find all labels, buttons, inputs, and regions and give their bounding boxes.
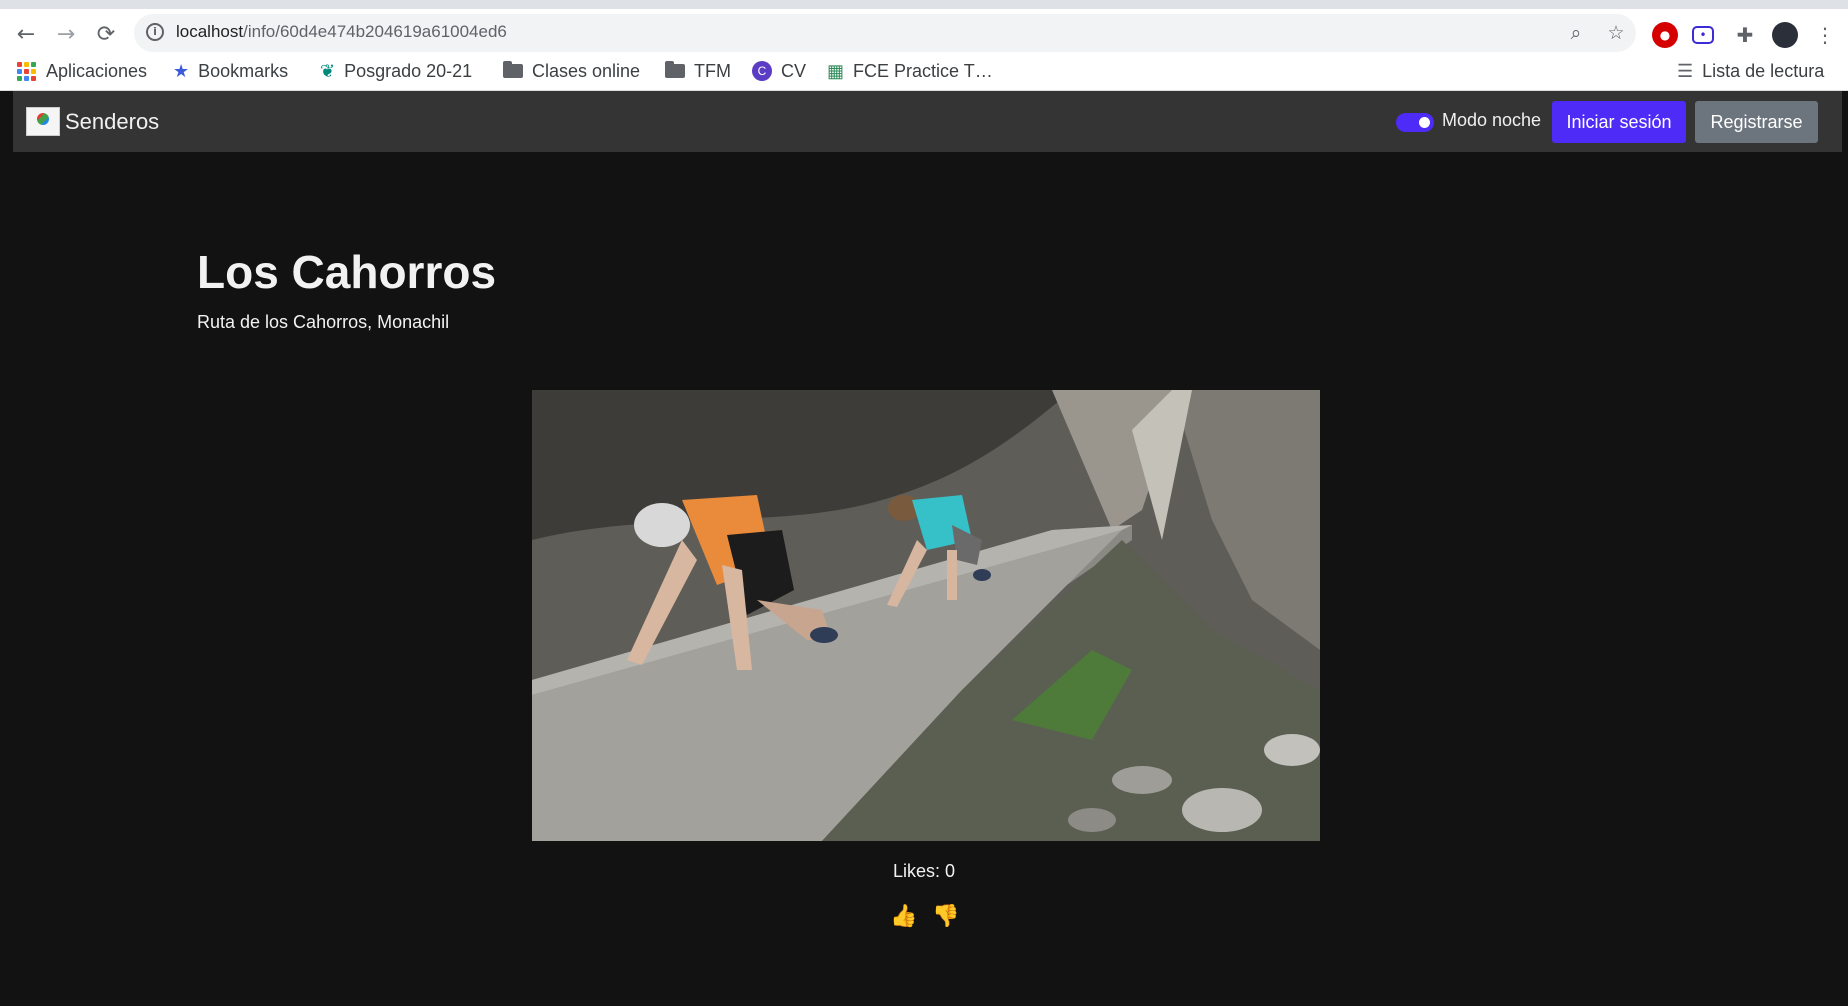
bookmark-aplicaciones[interactable]: Aplicaciones — [17, 58, 147, 84]
bookmark-bookmarks[interactable]: ★ Bookmarks — [173, 58, 288, 84]
brand-name[interactable]: Senderos — [65, 109, 159, 135]
bookmark-fce[interactable]: ▦ FCE Practice T… — [827, 58, 993, 84]
reading-list-icon: ☰ — [1677, 60, 1694, 81]
reading-list[interactable]: ☰ Lista de lectura — [1677, 58, 1824, 84]
folder-icon — [665, 61, 685, 78]
extension-screen-icon[interactable]: • — [1692, 26, 1714, 44]
folder-icon — [503, 61, 523, 78]
bookmark-cv[interactable]: C CV — [752, 58, 806, 84]
bookmark-tfm[interactable]: TFM — [665, 58, 731, 84]
route-subtitle: Ruta de los Cahorros, Monachil — [197, 312, 450, 332]
reload-icon[interactable]: ⟳ — [89, 17, 123, 51]
forward-icon[interactable]: → — [49, 17, 83, 51]
page-title: Los Cahorros — [197, 246, 497, 298]
address-bar[interactable]: i localhost/info/60d4e474b204619a61004ed… — [134, 14, 1636, 52]
star-icon: ★ — [173, 60, 190, 81]
back-icon[interactable]: ← — [9, 17, 43, 51]
bookmark-label: FCE Practice T… — [853, 60, 993, 81]
bookmark-clases-online[interactable]: Clases online — [503, 58, 640, 84]
menu-kebab-icon[interactable]: ⋮ — [1812, 22, 1838, 48]
brand-logo[interactable] — [26, 107, 60, 136]
bookmarks-bar: Aplicaciones ★ Bookmarks ❦ Posgrado 20-2… — [0, 52, 1848, 91]
night-mode-label: Modo noche — [1442, 110, 1542, 130]
url-host: localhost — [176, 22, 244, 41]
leaf-icon: ❦ — [320, 60, 336, 81]
avatar[interactable] — [1772, 22, 1798, 48]
extensions-puzzle-icon[interactable]: ✚ — [1732, 22, 1758, 48]
browser-toolbar: ← → ⟳ i localhost/info/60d4e474b204619a6… — [0, 0, 1848, 52]
likes-count: Likes: 0 — [892, 861, 956, 881]
bookmark-label: CV — [781, 60, 807, 81]
bookmark-star-icon[interactable]: ☆ — [1604, 21, 1628, 45]
night-mode-toggle[interactable] — [1396, 113, 1434, 132]
rating-buttons: 👍 👎 — [890, 904, 959, 929]
bookmark-label: Aplicaciones — [46, 60, 148, 81]
canva-icon: C — [752, 61, 772, 81]
bookmark-posgrado[interactable]: ❦ Posgrado 20-21 — [320, 58, 472, 84]
url-path: /info/60d4e474b204619a61004ed6 — [243, 22, 507, 41]
route-photo — [532, 390, 1320, 841]
bookmark-label: Bookmarks — [198, 60, 289, 81]
bookmark-label: Clases online — [532, 60, 641, 81]
register-button[interactable]: Registrarse — [1695, 101, 1818, 143]
url-text[interactable]: localhost/info/60d4e474b204619a61004ed6 — [176, 22, 507, 42]
bookmark-label: TFM — [694, 60, 731, 81]
site-navbar: Senderos Modo noche Iniciar sesión Regis… — [13, 91, 1842, 152]
route-photo-illustration — [532, 390, 1320, 841]
quiz-icon: ▦ — [827, 60, 845, 81]
zoom-icon[interactable]: ⌕ — [1564, 21, 1588, 45]
extension-red-icon[interactable]: ● — [1652, 22, 1678, 48]
thumbs-up-icon[interactable]: 👍 — [890, 904, 917, 929]
site-info-icon[interactable]: i — [146, 23, 164, 41]
apps-grid-icon — [17, 61, 37, 81]
thumbs-down-icon[interactable]: 👎 — [932, 904, 959, 929]
bookmark-label: Posgrado 20-21 — [344, 60, 473, 81]
reading-list-label: Lista de lectura — [1702, 60, 1825, 81]
login-button[interactable]: Iniciar sesión — [1552, 101, 1686, 143]
